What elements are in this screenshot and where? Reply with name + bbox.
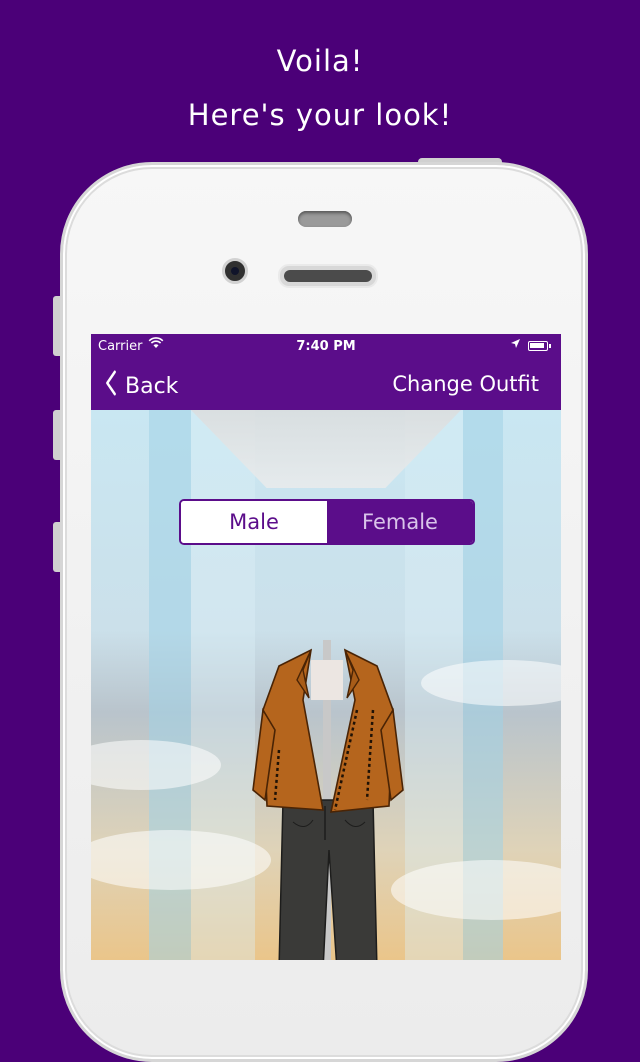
app-screen: Carrier 7:40 PM Back Change Outfit Male bbox=[91, 334, 561, 960]
outfit-scene: Male Female bbox=[91, 410, 561, 960]
battery-icon bbox=[528, 341, 551, 351]
chevron-left-icon bbox=[105, 370, 117, 403]
status-time: 7:40 PM bbox=[296, 339, 356, 354]
front-camera-icon bbox=[222, 258, 248, 284]
change-outfit-button[interactable]: Change Outfit bbox=[392, 372, 539, 396]
phone-top-speaker bbox=[298, 211, 352, 227]
back-label: Back bbox=[125, 374, 179, 399]
back-button[interactable]: Back bbox=[103, 370, 178, 403]
segment-male[interactable]: Male bbox=[181, 501, 327, 543]
promo-title: Voila! bbox=[276, 44, 364, 78]
segment-female[interactable]: Female bbox=[327, 501, 473, 543]
navigation-bar: Back Change Outfit bbox=[91, 360, 561, 410]
location-arrow-icon bbox=[510, 338, 521, 352]
status-bar: Carrier 7:40 PM bbox=[91, 334, 561, 360]
promo-subtitle: Here's your look! bbox=[187, 98, 453, 132]
outfit-mannequin bbox=[252, 640, 404, 960]
phone-earpiece bbox=[278, 264, 378, 288]
gender-segmented-control: Male Female bbox=[179, 499, 475, 545]
